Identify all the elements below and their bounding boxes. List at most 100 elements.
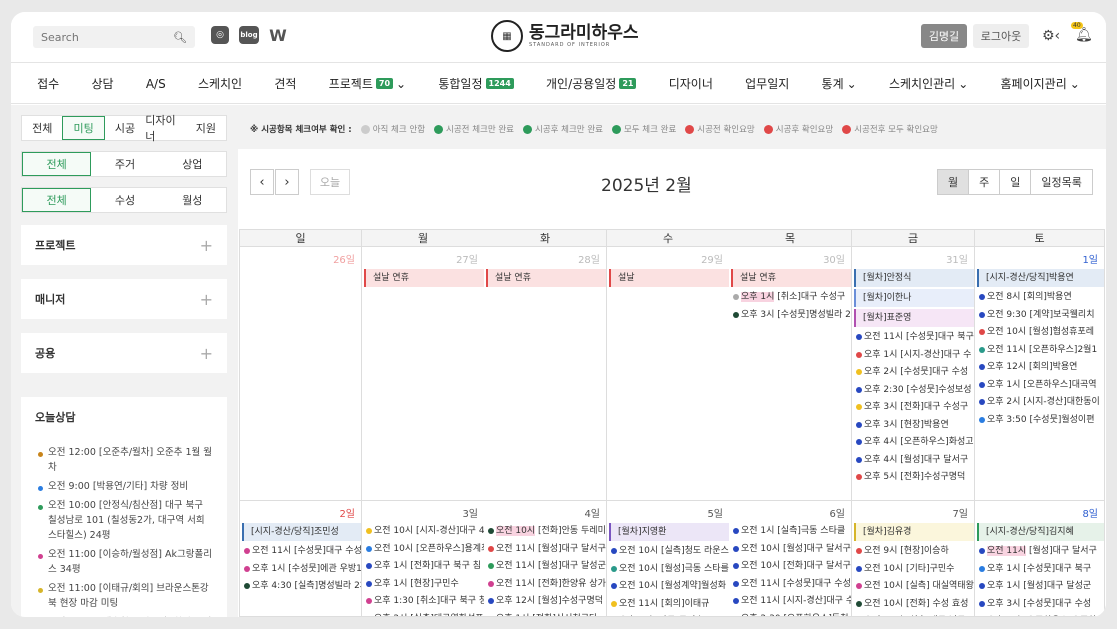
nav-item[interactable]: 스케치인	[198, 75, 242, 92]
calendar-event[interactable]: 오전 9시 [현장]이승하	[856, 543, 974, 559]
view-button[interactable]: 일	[999, 170, 1030, 194]
today-consult-item[interactable]: 오전 9:00 [박용연/기타] 차량 정비	[35, 479, 213, 494]
calendar-event[interactable]: 오후 3시 [현장]박용연	[856, 417, 974, 433]
calendar-day-cell[interactable]: 31일 [월차]안정식 [월차]이한나 [월차]표준영 오전 11시 [수성뭇]대구 북…	[852, 247, 975, 501]
calendar-event[interactable]: 오전 10시 [실측]청도 라운스	[611, 543, 729, 559]
calendar-day-cell[interactable]: 7일 [월차]김유경 오전 9시 [현장]이승하 오전 10시 [기타]구민수 오전 1…	[852, 501, 975, 617]
panel-project[interactable]: 프로젝트 +	[21, 225, 227, 265]
nav-item[interactable]: 스케치인관리 ⌄	[889, 75, 968, 92]
calendar-event-bar[interactable]: [월차]지영환	[609, 523, 729, 541]
filter-option[interactable]: 상업	[159, 152, 226, 176]
today-consult-item[interactable]: 오전 11:00 [백승철/수성목점] 한양수 상동	[35, 615, 213, 617]
calendar-event[interactable]: 오전 11시 [수성뭇]대구 수성	[733, 576, 851, 592]
nav-item[interactable]: 개인/공용일정 21	[546, 75, 637, 92]
calendar-event[interactable]: 오후 1시 [전화]신서청구타	[488, 611, 606, 616]
blog-icon[interactable]: blog	[239, 26, 259, 44]
plus-icon[interactable]: +	[200, 236, 213, 255]
calendar-event[interactable]: 오후 3시 [수성뭇]명성빌라 2	[733, 307, 851, 323]
calendar-event-bar[interactable]: 설날 연휴	[486, 269, 606, 287]
w-icon[interactable]: W	[269, 26, 287, 45]
panel-common[interactable]: 공용 +	[21, 333, 227, 373]
nav-item[interactable]: 통합일정 1244	[438, 75, 514, 92]
calendar-day-cell[interactable]: 26일	[239, 247, 362, 501]
bell-icon[interactable]: 🔔︎ 40	[1071, 22, 1093, 43]
calendar-event[interactable]: 오전 11시 [수성뭇]대구 북구	[856, 329, 974, 345]
logo[interactable]: ▦ 동그라미하우스 STANDARD OF INTERIOR	[491, 20, 638, 52]
nav-item[interactable]: 상담	[91, 75, 113, 92]
calendar-event[interactable]: 오전 11시 [오픈하우스]2월1	[979, 342, 1104, 358]
calendar-event[interactable]: 오후 1:30 [취소]대구 북구 청	[366, 593, 484, 609]
calendar-event-bar[interactable]: 설날 연휴	[731, 269, 851, 287]
calendar-event[interactable]: 오전 10시 [전화]대구 달서구	[733, 558, 851, 574]
filter-option[interactable]: 월성	[159, 188, 226, 212]
calendar-event-bar[interactable]: 설날	[609, 269, 729, 287]
calendar-day-cell[interactable]: 4일 오전 10시 [전화]안동 두레미 오전 11시 [월성]대구 달서구 오전 1…	[484, 501, 607, 617]
calendar-event[interactable]: 오후 4:30 [실측]명성빌라 2차	[244, 578, 361, 594]
calendar-event[interactable]: 오후 3시 [수성뭇]대구 수성	[979, 596, 1104, 612]
view-button[interactable]: 일정목록	[1030, 170, 1091, 194]
calendar-event[interactable]: 오전 1시 [실측]극동 스타클	[733, 523, 851, 539]
calendar-day-cell[interactable]: 2일 [시지-경산/당직]조민성 오전 11시 [수성뭇]대구 수성 오후 1시 [수…	[239, 501, 362, 617]
search-box[interactable]: 🔍︎	[33, 26, 195, 48]
prev-month-button[interactable]: ‹	[250, 169, 274, 195]
calendar-event-bar[interactable]: 설날 연휴	[364, 269, 484, 287]
calendar-day-cell[interactable]: 29일 설날	[607, 247, 730, 501]
calendar-event-bar[interactable]: [시지-경산/당직]김지혜	[977, 523, 1104, 541]
calendar-event[interactable]: 오전 11시 [회의]이태규	[611, 596, 729, 612]
calendar-event[interactable]: 오전 11시 [월성]대구 달성군	[488, 558, 606, 574]
logout-button[interactable]: 로그아웃	[973, 24, 1029, 48]
calendar-day-cell[interactable]: 28일 설날 연휴	[484, 247, 607, 501]
nav-item[interactable]: 견적	[274, 75, 296, 92]
calendar-event[interactable]: 오전 11시 [월성]대구 달서구	[488, 541, 606, 557]
nav-item[interactable]: 프로젝트 70 ⌄	[329, 75, 406, 92]
calendar-event-bar[interactable]: [시지-경산/당직]조민성	[242, 523, 361, 541]
calendar-day-cell[interactable]: 8일 [시지-경산/당직]김지혜 오전 11시 [월성]대구 달서구 오후 1시 [수…	[975, 501, 1105, 617]
plus-icon[interactable]: +	[200, 344, 213, 363]
calendar-day-cell[interactable]: 27일 설날 연휴	[362, 247, 485, 501]
calendar-event[interactable]: 오전 10시 [전화] 수성 효성	[856, 596, 974, 612]
gear-icon[interactable]: ⚙︎‹	[1042, 28, 1060, 44]
search-input[interactable]	[41, 30, 171, 44]
calendar-event[interactable]: 오후 2:30 [오픈하우스]동천	[733, 611, 851, 616]
calendar-event[interactable]: 오전 9:30 [계약]보국웰리치	[979, 307, 1104, 323]
today-consult-item[interactable]: 오전 11:00 [이태규/회의] 브라운스톤강북 현장 마감 미팅	[35, 581, 213, 611]
sidebar-tab[interactable]: 전체	[22, 116, 62, 140]
search-icon[interactable]: 🔍︎	[173, 31, 187, 44]
next-month-button[interactable]: ›	[275, 169, 299, 195]
calendar-event[interactable]: 오후 12시 [월성]수성구명덕	[488, 593, 606, 609]
calendar-event[interactable]: 오후 1시 [현장]구민수	[366, 576, 484, 592]
nav-item[interactable]: 업무일지	[745, 75, 789, 92]
sidebar-tab[interactable]: 미팅	[62, 116, 105, 140]
calendar-day-cell[interactable]: 6일 오전 1시 [실측]극동 스타클 오전 10시 [월성]대구 달서구 오전 10…	[729, 501, 852, 617]
calendar-event[interactable]: 오후 1시 [가구]구민수	[611, 613, 729, 616]
calendar-event[interactable]: 오전 10시 [월성]대구 달서구	[733, 541, 851, 557]
today-consult-item[interactable]: 오전 10:00 [안정식/침산점] 대구 북구 칠성남로 101 (칠성동2가…	[35, 498, 213, 543]
view-button[interactable]: 주	[968, 170, 999, 194]
nav-item[interactable]: 홈페이지관리 ⌄	[1001, 75, 1080, 92]
sidebar-tab[interactable]: 지원	[186, 116, 226, 140]
calendar-event[interactable]: 오전 11시 [수성뭇]대구 수성	[244, 543, 361, 559]
calendar-event[interactable]: 오후 1시 [시지-경산]대구 수	[856, 347, 974, 363]
sidebar-tab[interactable]: 디자이너	[145, 114, 185, 143]
instagram-icon[interactable]: ◎	[211, 26, 229, 44]
calendar-event[interactable]: 오후 2시 [시지-경산]대한동이	[979, 394, 1104, 410]
filter-option[interactable]: 전체	[22, 152, 92, 176]
calendar-event[interactable]: 오후 3시 [전화]대구 수성구	[856, 399, 974, 415]
calendar-event[interactable]: 오후 4시 [월성]대구 달서구	[856, 452, 974, 468]
view-button[interactable]: 월	[938, 170, 969, 194]
calendar-event[interactable]: 오전 10시 [월성]협성휴포레	[979, 324, 1104, 340]
calendar-event[interactable]: 오후 1시 [취소]대구 수성구	[733, 289, 851, 305]
calendar-event[interactable]: 오후 12시 [회의]박용연	[979, 359, 1104, 375]
calendar-event[interactable]: 오후 1시 [수성뭇]에관 우방1	[244, 561, 361, 577]
today-consult-item[interactable]: 오전 12:00 [오준추/월차] 오준추 1월 월차	[35, 445, 213, 475]
calendar-event[interactable]: 오후 2시 [수성뭇]대구 수성	[856, 364, 974, 380]
calendar-event[interactable]: 오전 10시 [실측] 대실역태왕	[856, 578, 974, 594]
user-name-button[interactable]: 김명길	[921, 24, 967, 48]
calendar-event[interactable]: 오전 11시 [시지-경산]대구 수	[733, 593, 851, 609]
calendar-event[interactable]: 오후 4시 [오픈하우스]화성고	[856, 434, 974, 450]
calendar-event[interactable]: 오전 10시 [전화]안동 두레미	[488, 523, 606, 539]
today-consult-item[interactable]: 오전 11:00 [이승하/월성점] Ak그랑폴리스 34평	[35, 547, 213, 577]
calendar-event[interactable]: 오전 11시 [실측]대구 남구 고	[856, 613, 974, 616]
calendar-event[interactable]: 오전 11시 [전화]한양유 상가	[488, 576, 606, 592]
calendar-event-bar[interactable]: [월차]이한나	[854, 289, 974, 307]
